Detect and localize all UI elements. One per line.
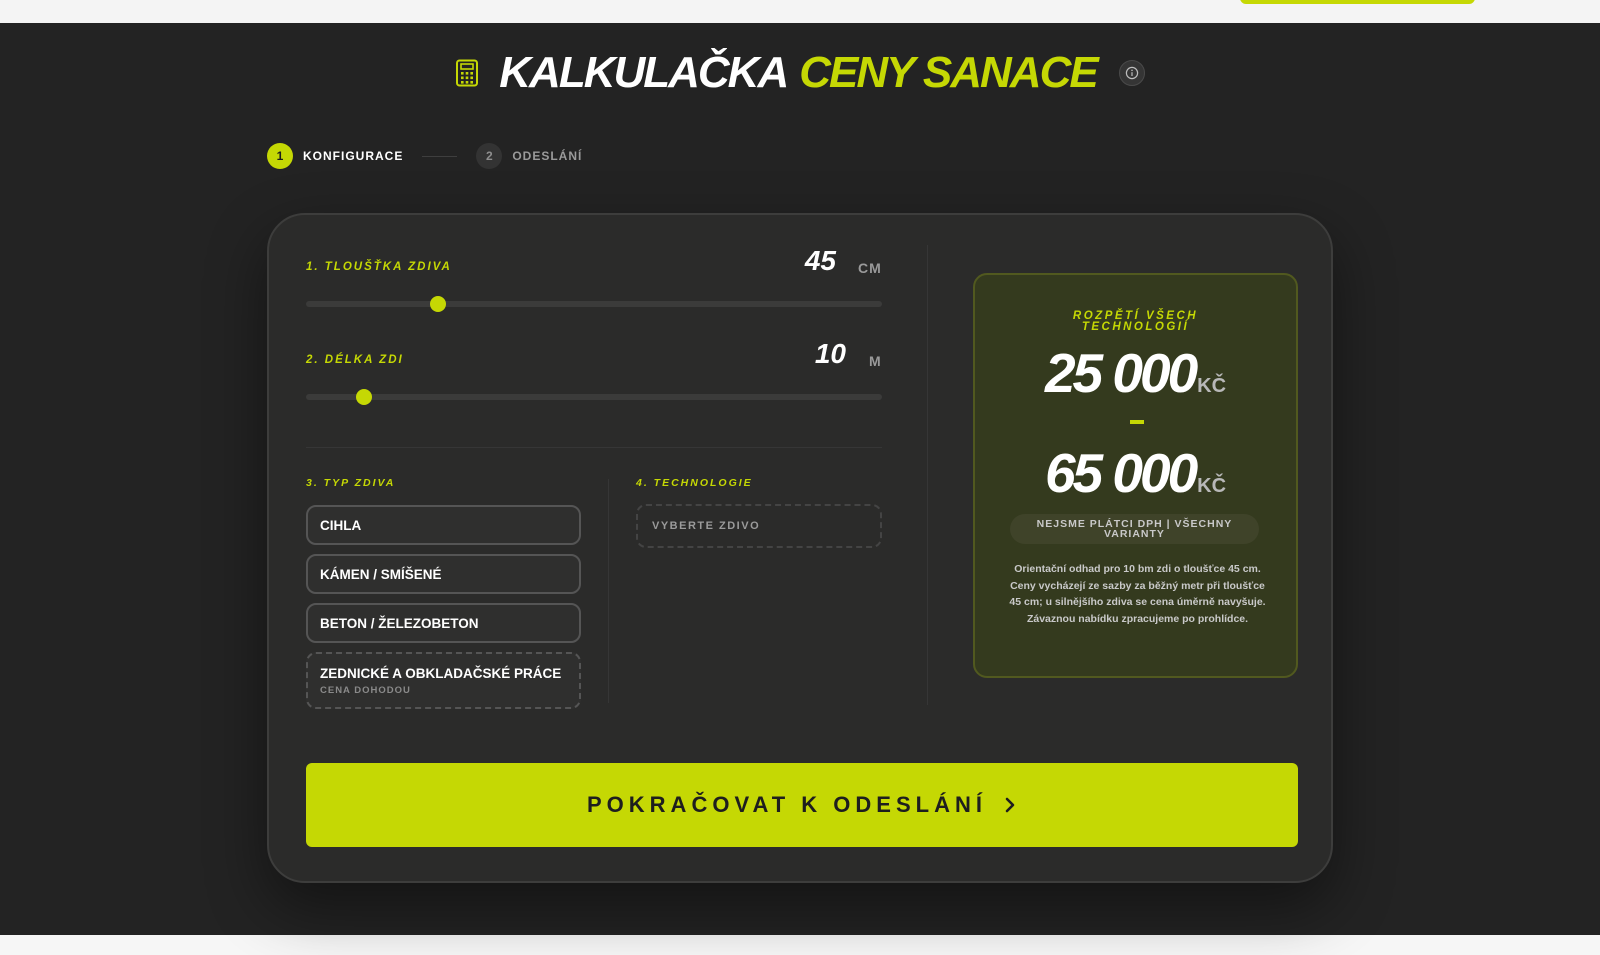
divider	[306, 447, 882, 448]
masonry-option-stone[interactable]: KÁMEN / SMÍŠENÉ	[306, 554, 581, 594]
thickness-slider-thumb[interactable]	[430, 296, 447, 312]
step-2-number: 2	[476, 143, 503, 169]
bottom-strip	[0, 935, 1600, 955]
title-main: KALKULAČKA	[499, 48, 789, 97]
step-2-label: ODESLÁNÍ	[512, 149, 583, 163]
masonry-option-concrete[interactable]: BETON / ŽELEZOBETON	[306, 603, 581, 643]
price-min: 25 000 KČ	[975, 341, 1296, 405]
length-slider[interactable]	[306, 389, 882, 405]
price-max-value: 65 000	[1044, 442, 1198, 504]
thickness-value: 45	[804, 245, 836, 276]
price-range-dash	[1130, 420, 1144, 424]
inner-divider	[608, 479, 609, 703]
step-connector	[422, 155, 458, 157]
price-max: 65 000 KČ	[975, 441, 1296, 505]
continue-button[interactable]: POKRAČOVAT K ODESLÁNÍ	[306, 763, 1298, 847]
price-range-panel: ROZPĚTÍ VŠECH TECHNOLOGIÍ 25 000 KČ 65 00…	[973, 273, 1298, 678]
masonry-label: 3. TYP ZDIVA	[306, 477, 396, 489]
length-value: 10	[814, 338, 846, 369]
price-range-label: ROZPĚTÍ VŠECH TECHNOLOGIÍ	[1072, 310, 1199, 333]
technology-label: 4. TECHNOLOGIE	[636, 477, 753, 489]
masonry-option-brick[interactable]: CIHLA	[306, 505, 581, 545]
thickness-unit: CM	[858, 260, 882, 276]
info-icon	[1125, 66, 1138, 80]
thickness-slider[interactable]	[306, 296, 882, 312]
price-max-currency: KČ	[1197, 475, 1227, 497]
price-min-value: 25 000	[1044, 342, 1198, 404]
top-bar	[0, 0, 1600, 23]
step-1-label: KONFIGURACE	[303, 149, 404, 163]
step-1-number: 1	[267, 143, 293, 169]
top-bar-button[interactable]	[1240, 0, 1475, 4]
length-label: 2. DÉLKA ZDI	[306, 354, 404, 366]
technology-placeholder: VYBERTE ZDIVO	[636, 504, 882, 548]
thickness-label: 1. TLOUŠŤKA ZDIVA	[306, 261, 452, 273]
title-accent: CENY SANACE	[799, 48, 1098, 97]
page-title: KALKULAČKA CENY SANACE	[0, 47, 1600, 99]
continue-button-label: POKRAČOVAT K ODESLÁNÍ	[587, 792, 987, 817]
calculator-card: 1. TLOUŠŤKA ZDIVA 45 CM 2. DÉLKA ZDI 10 …	[267, 213, 1333, 883]
stepper: 1 KONFIGURACE 2 ODESLÁNÍ	[267, 142, 582, 170]
masonry-works-label: ZEDNICKÉ A OBKLADAČSKÉ PRÁCE	[320, 665, 562, 681]
info-button[interactable]	[1118, 60, 1145, 86]
chevron-right-icon	[1005, 797, 1015, 813]
length-unit: M	[869, 353, 882, 369]
masonry-option-masonry-works[interactable]: ZEDNICKÉ A OBKLADAČSKÉ PRÁCE CENA DOHODO…	[306, 652, 581, 709]
price-min-currency: KČ	[1197, 375, 1227, 397]
column-divider	[927, 245, 928, 705]
calculator-icon	[456, 59, 479, 87]
vat-badge: NEJSME PLÁTCI DPH | VŠECHNY VARIANTY	[1010, 514, 1259, 544]
length-slider-thumb[interactable]	[355, 389, 372, 405]
masonry-works-sublabel: CENA DOHODOU	[320, 684, 411, 696]
price-note: Orientační odhad pro 10 bm zdi o tloušťc…	[1009, 563, 1266, 625]
